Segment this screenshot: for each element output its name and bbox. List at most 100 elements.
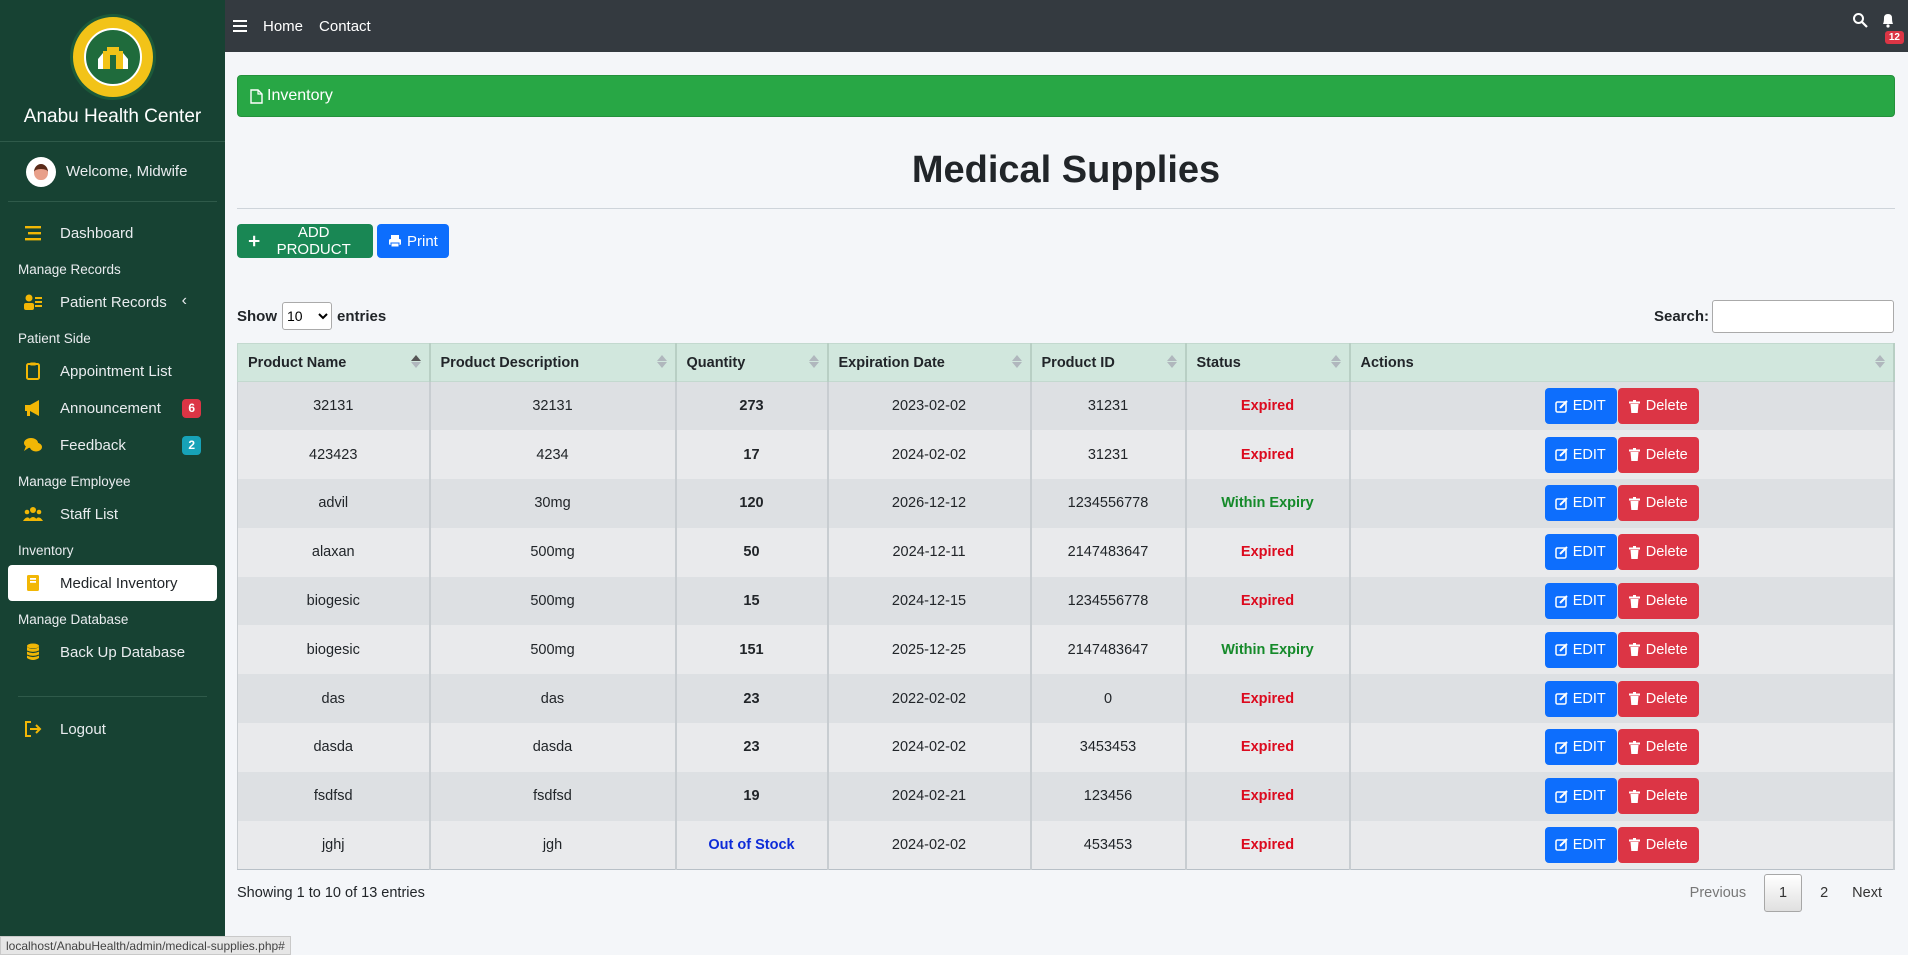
cell-product-description: 500mg (429, 625, 677, 675)
delete-button[interactable]: Delete (1617, 826, 1699, 863)
edit-icon (1555, 692, 1568, 705)
sidebar-item-announcement[interactable]: Announcement 6 (8, 390, 217, 426)
cell-expiration-date: 2025-12-25 (827, 625, 1032, 675)
megaphone-icon (22, 399, 44, 417)
sidebar-item-label: Logout (60, 720, 106, 738)
cell-actions: EDIT Delete (1349, 674, 1895, 724)
cell-status: Expired (1185, 527, 1351, 577)
entries-length-select[interactable]: 10 (282, 302, 332, 330)
table-row: fsdfsd fsdfsd 19 2024-02-21 123456 Expired EDI… (237, 771, 1895, 821)
edit-icon (1555, 594, 1568, 608)
delete-label: Delete (1645, 398, 1688, 415)
sidebar-item-patient-records[interactable]: Patient Records ‹ (8, 284, 217, 320)
nav-link-contact[interactable]: Contact (319, 18, 371, 35)
col-header-status[interactable]: Status (1185, 343, 1351, 382)
edit-icon (1555, 546, 1568, 559)
sidebar-item-label: Staff List (60, 505, 119, 523)
edit-label: EDIT (1572, 398, 1606, 415)
cell-actions: EDIT Delete (1349, 381, 1895, 431)
sidebar-item-backup-database[interactable]: Back Up Database (8, 634, 217, 670)
col-header-label: Expiration Date (838, 354, 945, 371)
sidebar-item-staff-list[interactable]: Staff List (8, 496, 217, 532)
edit-button[interactable]: EDIT (1544, 485, 1617, 522)
edit-label: EDIT (1572, 544, 1606, 561)
delete-button[interactable]: Delete (1617, 583, 1699, 620)
pagination-next[interactable]: Next (1840, 874, 1894, 912)
edit-button[interactable]: EDIT (1544, 729, 1617, 766)
nav-link-home[interactable]: Home (263, 18, 303, 35)
cell-product-description: 4234 (429, 430, 677, 480)
delete-button[interactable]: Delete (1617, 534, 1699, 571)
cell-product-description: 500mg (429, 527, 677, 577)
print-icon (389, 235, 401, 248)
col-header-label: Product Name (248, 354, 347, 371)
edit-button[interactable]: EDIT (1544, 631, 1617, 668)
brand[interactable]: Anabu Health Center (0, 0, 225, 142)
sort-icon (1166, 355, 1177, 368)
nav-header-patient-side: Patient Side (18, 331, 91, 346)
brand-name: Anabu Health Center (23, 106, 202, 127)
edit-button[interactable]: EDIT (1544, 778, 1617, 815)
inventory-card-header: Inventory (237, 75, 1895, 117)
sidebar-divider (18, 696, 207, 697)
sidebar-nav: Dashboard Manage Records Patient Records… (0, 202, 225, 747)
edit-button[interactable]: EDIT (1544, 583, 1617, 620)
pagination-page-1[interactable]: 1 (1764, 874, 1803, 912)
edit-button[interactable]: EDIT (1544, 534, 1617, 571)
pagination-page-2[interactable]: 2 (1808, 874, 1840, 912)
users-icon (22, 505, 44, 523)
sidebar-item-label: Appointment List (60, 362, 172, 380)
edit-button[interactable]: EDIT (1544, 680, 1617, 717)
feedback-count-badge: 2 (182, 436, 201, 455)
table-row: das das 23 2022-02-02 0 Expired EDIT Delete (237, 674, 1895, 724)
chevron-left-icon[interactable]: ‹ (182, 292, 187, 310)
col-header-actions[interactable]: Actions (1349, 343, 1895, 382)
cell-quantity: 50 (675, 527, 829, 577)
delete-button[interactable]: Delete (1617, 680, 1699, 717)
plus-icon (248, 235, 260, 247)
edit-button[interactable]: EDIT (1544, 436, 1617, 473)
pagination-previous[interactable]: Previous (1678, 874, 1758, 912)
col-header-quantity[interactable]: Quantity (675, 343, 829, 382)
edit-button[interactable]: EDIT (1544, 826, 1617, 863)
sidebar-item-label: Announcement (60, 399, 161, 417)
delete-button[interactable]: Delete (1617, 631, 1699, 668)
sidebar-item-medical-inventory[interactable]: Medical Inventory (8, 565, 217, 601)
delete-button[interactable]: Delete (1617, 436, 1699, 473)
sort-asc-icon (410, 355, 421, 368)
menu-toggle-icon[interactable] (233, 20, 247, 32)
cell-quantity: 120 (675, 479, 829, 528)
table-body: 32131 32131 273 2023-02-02 31231 Expired EDIT D… (237, 381, 1895, 870)
col-header-product-name[interactable]: Product Name (237, 343, 431, 382)
edit-label: EDIT (1572, 788, 1606, 805)
col-header-product-description[interactable]: Product Description (429, 343, 677, 382)
delete-button[interactable]: Delete (1617, 729, 1699, 766)
cell-expiration-date: 2024-02-02 (827, 723, 1032, 772)
sidebar-item-feedback[interactable]: Feedback 2 (8, 427, 217, 463)
delete-button[interactable]: Delete (1617, 485, 1699, 522)
bell-icon[interactable]: 12 (1880, 12, 1904, 44)
edit-icon (1555, 790, 1568, 803)
delete-button[interactable]: Delete (1617, 778, 1699, 815)
sidebar-item-logout[interactable]: Logout (8, 711, 217, 747)
table-row: jghj jgh Out of Stock 2024-02-02 453453 Expir… (237, 820, 1895, 870)
print-button[interactable]: Print (377, 224, 449, 258)
sidebar-item-appointment-list[interactable]: Appointment List (8, 353, 217, 389)
col-header-expiration-date[interactable]: Expiration Date (827, 343, 1032, 382)
col-header-product-id[interactable]: Product ID (1030, 343, 1187, 382)
table-row: biogesic 500mg 151 2025-12-25 2147483647 With… (237, 625, 1895, 675)
delete-button[interactable]: Delete (1617, 388, 1699, 425)
table-row: advil 30mg 120 2026-12-12 1234556778 Within E… (237, 479, 1895, 528)
sidebar-item-dashboard[interactable]: Dashboard (8, 215, 217, 251)
user-panel[interactable]: Welcome, Midwife (8, 142, 217, 202)
delete-label: Delete (1645, 788, 1688, 805)
edit-button[interactable]: EDIT (1544, 388, 1617, 425)
sidebar-item-label: Dashboard (60, 224, 134, 242)
cell-product-name: das (237, 674, 431, 724)
cell-status: Expired (1185, 430, 1351, 480)
search-icon[interactable] (1852, 12, 1870, 30)
cell-product-description: 32131 (429, 381, 677, 431)
search-input[interactable] (1712, 300, 1894, 333)
cell-product-id: 123456 (1030, 771, 1187, 821)
add-product-button[interactable]: ADD PRODUCT (237, 224, 373, 258)
